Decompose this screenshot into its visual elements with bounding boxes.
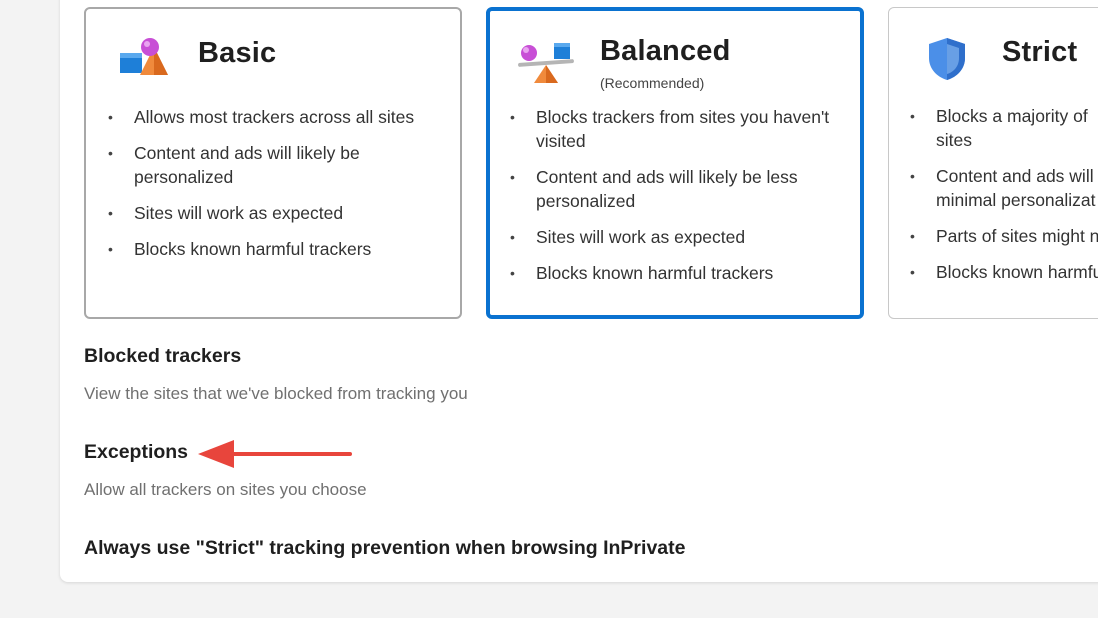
inprivate-strict-setting[interactable]: Always use "Strict" tracking prevention …: [84, 537, 685, 560]
shield-icon: [925, 36, 969, 87]
card-balanced[interactable]: Balanced (Recommended) • Blocks trackers …: [486, 7, 864, 319]
blocked-trackers-link[interactable]: Blocked trackers: [84, 345, 241, 368]
list-item: • Content and ads will likely be less per…: [510, 167, 798, 211]
card-title: Balanced: [600, 35, 731, 67]
list-item: • Allows most trackers across all sites: [108, 107, 415, 127]
list-item: • Blocks known harmful trackers: [510, 263, 774, 283]
blocked-trackers-description: View the sites that we've blocked from t…: [84, 384, 468, 403]
card-strict[interactable]: Strict • Blocks a majority of sites • Cont…: [888, 7, 1098, 319]
bullet-list: • Blocks trackers from sites you haven't …: [510, 105, 840, 297]
shapes-icon: [116, 37, 174, 86]
annotation-arrow-icon: [196, 438, 354, 475]
card-basic[interactable]: Basic • Allows most trackers across all s…: [84, 7, 462, 319]
list-item: • Blocks known harmfu: [910, 262, 1098, 282]
list-item: minimal personalizat: [936, 190, 1096, 210]
list-item: sites: [936, 130, 972, 150]
bullet-list: • Allows most trackers across all sites •…: [108, 105, 438, 273]
card-title: Basic: [198, 37, 277, 69]
balance-scale-icon: [516, 37, 578, 90]
list-item: • Content and ads will likely be personal…: [108, 143, 360, 187]
list-item: • Sites will work as expected: [108, 203, 344, 223]
list-item: • Parts of sites might n: [910, 226, 1098, 246]
list-item: • Sites will work as expected: [510, 227, 746, 247]
list-item: • Blocks trackers from sites you haven't …: [510, 107, 830, 151]
list-item: • Content and ads will: [910, 166, 1094, 186]
card-title: Strict: [1002, 36, 1078, 68]
list-item: • Blocks a majority of: [910, 106, 1088, 126]
exceptions-description: Allow all trackers on sites you choose: [84, 480, 367, 499]
list-item: • Blocks known harmful trackers: [108, 239, 372, 259]
bullet-list: • Blocks a majority of sites • Content and…: [910, 104, 1098, 284]
exceptions-link[interactable]: Exceptions: [84, 441, 188, 464]
recommended-label: (Recommended): [600, 75, 705, 91]
